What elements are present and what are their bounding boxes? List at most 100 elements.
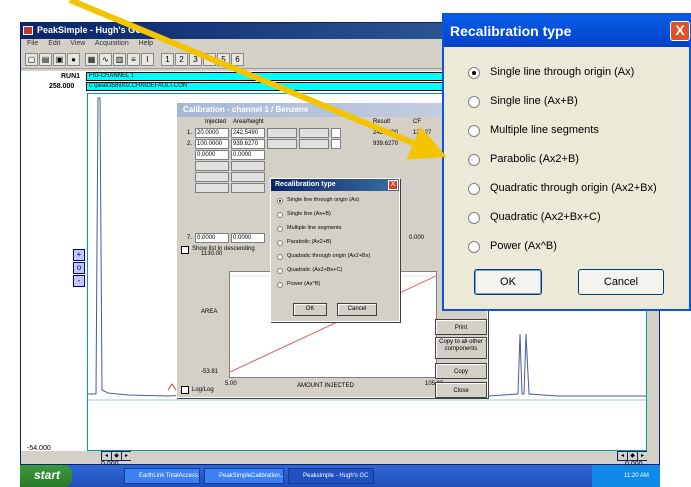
result-value: 939.6270 [373,141,399,147]
radio-icon [468,212,480,224]
zoom-reset-icon[interactable]: o [73,262,85,274]
channel-1-button[interactable]: 1 [161,53,174,66]
close-icon[interactable]: X [670,21,690,41]
menu-file[interactable]: File [27,40,38,47]
injected-cell[interactable]: 0.0000 [195,150,229,160]
small-option-5[interactable]: Quadratic through origin (Ax2+Bx) [277,253,395,264]
empty-cell [195,172,229,182]
loglog-checkbox[interactable] [181,386,189,394]
level-cell[interactable] [331,128,341,138]
small-option-7[interactable]: Power (Ax^B) [277,281,395,292]
level-cell[interactable] [331,139,341,149]
start-button[interactable]: start [20,465,72,487]
injected-cell[interactable]: 20.0000 [195,128,229,138]
taskbar-item-calibration[interactable]: PeakSimpleCalibration... [204,468,284,484]
small-option-6[interactable]: Quadratic (Ax2+Bx+C) [277,267,395,278]
copy-button[interactable]: Copy [435,363,487,379]
show-list-checkbox[interactable] [181,246,189,254]
area-cell[interactable]: 242.5490 [231,128,265,138]
y-max-label: 258.000 [49,83,75,90]
radio-icon [468,154,480,166]
small-recalibration-dialog: Recalibration type X Single line through… [270,178,400,322]
cal-y-max: 1130.00 [201,251,223,257]
scroll-mid-icon[interactable]: ◆ [112,452,121,460]
save-icon[interactable]: ▣ [53,53,66,66]
small-cancel-button[interactable]: Cancel [337,303,377,316]
small-option-2[interactable]: Single line (Ax+B) [277,211,395,222]
area-cell[interactable]: 0.0000 [231,233,265,243]
cancel-button[interactable]: Cancel [578,269,664,295]
menu-edit[interactable]: Edit [48,40,60,47]
menu-view[interactable]: View [70,40,85,47]
option-quadratic[interactable]: Quadratic (Ax2+Bx+C) [468,210,688,230]
channel-4-button[interactable]: 4 [203,53,216,66]
option-single-line[interactable]: Single line (Ax+B) [468,94,688,114]
injected-cell[interactable]: 0.0000 [195,233,229,243]
scroll-right-icon[interactable]: ▸ [122,452,131,460]
empty-cell [231,183,265,193]
small-dialog-title[interactable]: Recalibration type [271,179,399,191]
option-quadratic-origin[interactable]: Quadratic through origin (Ax2+Bx) [468,181,688,201]
zoom-out-icon[interactable]: - [73,275,85,287]
small-option-1[interactable]: Single line through origin (Ax) [277,197,395,208]
header-injected: Injected [205,119,227,125]
zoom-in-icon[interactable]: + [73,249,85,261]
open-folder-icon[interactable]: ▤ [39,53,52,66]
close-icon[interactable]: X [388,180,398,190]
cf-value: 12.127 [413,130,432,136]
recalibration-dialog: Recalibration type X Single line through… [442,13,691,311]
channel-6-button[interactable]: 6 [231,53,244,66]
dialog-title[interactable]: Recalibration type [444,15,689,47]
radio-icon [277,212,283,218]
record-icon[interactable]: ● [67,53,80,66]
small-option-4[interactable]: Parabolic (Ax2+B) [277,239,395,250]
new-file-icon[interactable]: ▢ [25,53,38,66]
taskbar-item-earthlink[interactable]: EarthLink TotalAccess... [124,468,200,484]
menu-acquisition[interactable]: Acquisition [95,40,129,47]
integrate-icon[interactable]: ∿ [99,53,112,66]
channel-2-button[interactable]: 2 [175,53,188,66]
empty-cell [231,172,265,182]
small-option-3[interactable]: Multiple line segments [277,225,395,236]
prev-cell [299,128,329,138]
calibration-title-bar[interactable]: Calibration - channel 1 / Benzene [177,103,487,117]
scroll-left-icon[interactable]: ◂ [102,452,111,460]
chart-icon[interactable]: ⌇ [141,53,154,66]
scroll-left-icon[interactable]: ◂ [618,452,627,460]
close-button[interactable]: Close [435,382,487,398]
radio-icon [277,198,283,204]
y-min-label: -54.000 [27,445,51,452]
system-tray: 11:20 AM [592,465,660,487]
scroll-mid-icon[interactable]: ◆ [628,452,637,460]
option-multiple-segments[interactable]: Multiple line segments [468,123,688,143]
radio-icon [277,282,283,288]
cal-y-label: AREA [201,309,218,315]
option-power[interactable]: Power (Ax^B) [468,239,688,259]
cal-x-label: AMOUNT INJECTED [297,383,354,389]
channel-3-button[interactable]: 3 [189,53,202,66]
report-icon[interactable]: ≡ [127,53,140,66]
taskbar-item-peaksimple[interactable]: Peaksimple - Hugh's GC [288,468,374,484]
radio-icon [277,240,283,246]
area-cell[interactable]: 939.6270 [231,139,265,149]
option-parabolic[interactable]: Parabolic (Ax2+B) [468,152,688,172]
cal-y-min: -53.81 [201,369,219,375]
small-ok-button[interactable]: OK [293,303,327,316]
print-icon[interactable]: ▦ [85,53,98,66]
row-number: 1. [187,130,193,136]
channel-5-button[interactable]: 5 [217,53,230,66]
option-single-line-origin[interactable]: Single line through origin (Ax) [468,65,688,85]
empty-cell [195,183,229,193]
print-button[interactable]: Print [435,319,487,335]
scroll-right-icon[interactable]: ▸ [638,452,647,460]
header-result: Result [373,119,391,125]
radio-icon [277,268,283,274]
area-cell[interactable]: 0.0000 [231,150,265,160]
copy-all-button[interactable]: Copy to all other components [435,337,487,359]
grid-icon[interactable]: ▥ [113,53,126,66]
clock[interactable]: 11:20 AM [624,473,649,479]
ok-button[interactable]: OK [474,269,542,295]
app-title: PeakSimple - Hugh's GC [37,25,142,35]
menu-help[interactable]: Help [139,40,153,47]
injected-cell[interactable]: 100.0000 [195,139,229,149]
